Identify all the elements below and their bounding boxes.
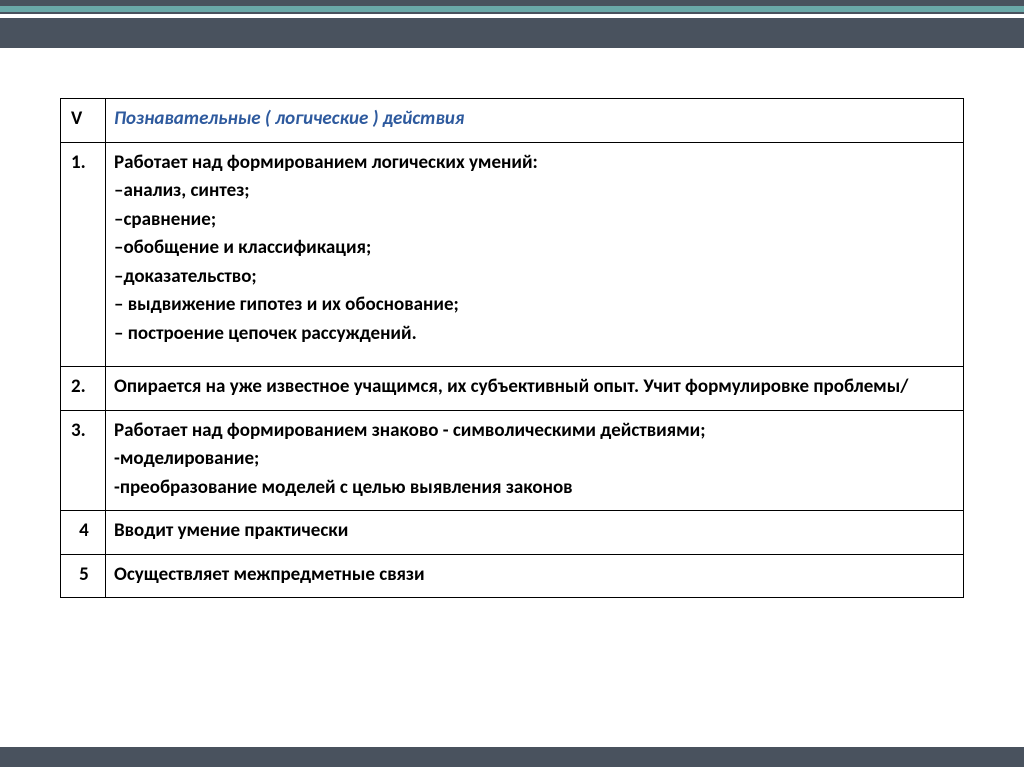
row-line: -преобразование моделей с целью выявлени… [114, 474, 955, 503]
row-line: Вводит умение практически [114, 519, 348, 542]
row-line: -моделирование; [114, 445, 955, 474]
row-content: Осуществляет межпредметные связи [106, 554, 964, 598]
table-row: 1. Работает над формированием логических… [61, 142, 964, 367]
row-num: 4 [61, 511, 106, 555]
row-content: Работает над формированием знаково - сим… [106, 410, 964, 511]
slide-content: V Познавательные ( логические ) действия… [0, 48, 1024, 598]
row-line: Опирается на уже известное учащимся, их … [114, 375, 908, 398]
row-line: Осуществляет межпредметные связи [114, 563, 425, 586]
row-line: –обобщение и классификация; [114, 234, 955, 263]
row-line: Работает над формированием знаково - сим… [114, 417, 955, 446]
row-content: Работает над формированием логических ум… [106, 142, 964, 367]
table-header-row: V Познавательные ( логические ) действия [61, 99, 964, 143]
row-num: 3. [61, 410, 106, 511]
row-line: Работает над формированием логических ум… [114, 149, 955, 178]
header-title: Познавательные ( логические ) действия [114, 107, 464, 130]
table-row: 5 Осуществляет межпредметные связи [61, 554, 964, 598]
row-content: Вводит умение практически [106, 511, 964, 555]
row-line: –анализ, синтез; [114, 177, 955, 206]
content-table: V Познавательные ( логические ) действия… [60, 98, 964, 598]
top-decoration-bar [0, 0, 1024, 48]
row-spacer [114, 348, 955, 358]
bottom-decoration-bar [0, 747, 1024, 767]
header-title-cell: Познавательные ( логические ) действия [106, 99, 964, 143]
header-num: V [61, 99, 106, 143]
row-line: –сравнение; [114, 206, 955, 235]
row-line: – построение цепочек рассуждений. [114, 320, 955, 349]
row-content: Опирается на уже известное учащимся, их … [106, 367, 964, 411]
table-row: 4 Вводит умение практически [61, 511, 964, 555]
table-row: 2. Опирается на уже известное учащимся, … [61, 367, 964, 411]
row-line: –доказательство; [114, 263, 955, 292]
row-num: 2. [61, 367, 106, 411]
row-num: 5 [61, 554, 106, 598]
row-line: – выдвижение гипотез и их обоснование; [114, 291, 955, 320]
row-num: 1. [61, 142, 106, 367]
table-row: 3. Работает над формированием знаково - … [61, 410, 964, 511]
